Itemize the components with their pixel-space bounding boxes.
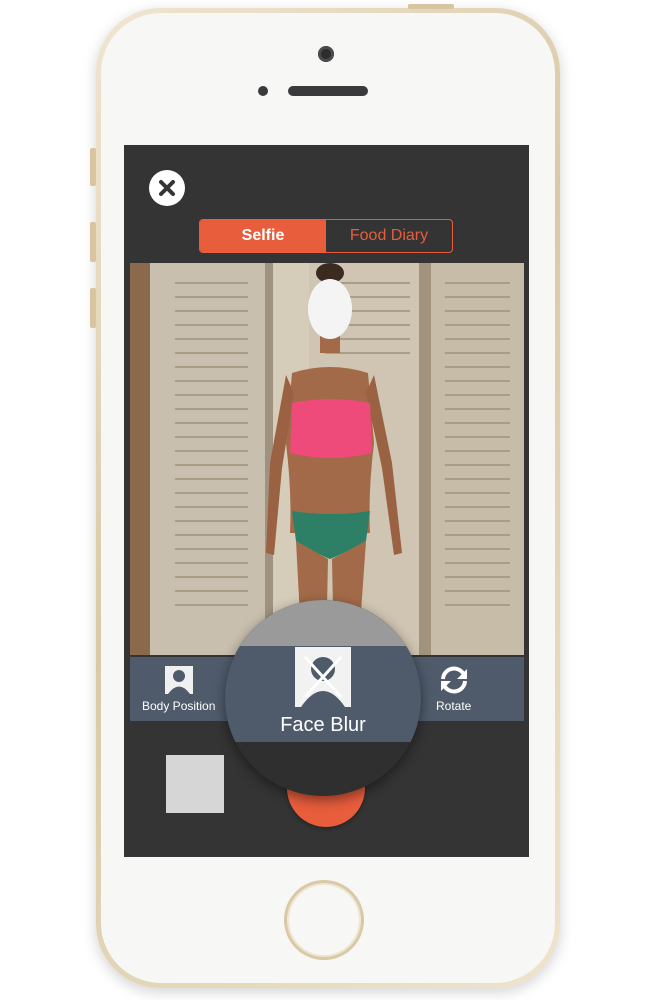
face-blur-label: Face Blur [280,714,366,736]
rotate-icon [440,666,467,694]
earpiece-speaker [288,86,368,96]
volume-down-button [90,288,96,328]
face-blur-icon [295,647,351,707]
front-camera [318,46,334,62]
power-button [408,4,454,9]
person-silhouette-icon [164,666,193,694]
last-photo-thumbnail[interactable] [166,755,224,813]
mode-switcher: Selfie Food Diary [199,219,453,253]
selfie-photo [130,263,524,655]
app-screen: Selfie Food Diary Body Position Rotate F… [124,145,529,857]
tab-selfie[interactable]: Selfie [200,220,326,252]
face-blur-magnifier[interactable]: Face Blur [225,600,421,796]
close-button[interactable] [149,170,185,206]
photo-scene [130,263,524,655]
rotate-label: Rotate [436,699,472,713]
close-icon [159,180,175,196]
rotate-tool[interactable]: Rotate [436,665,471,713]
body-position-tool[interactable]: Body Position [142,665,215,713]
tab-food-diary[interactable]: Food Diary [326,220,452,252]
home-button[interactable] [284,880,364,960]
proximity-sensor [258,86,268,96]
magnifier-photo-edge [225,600,421,648]
mute-switch [90,148,96,186]
volume-up-button [90,222,96,262]
body-position-label: Body Position [142,699,216,713]
